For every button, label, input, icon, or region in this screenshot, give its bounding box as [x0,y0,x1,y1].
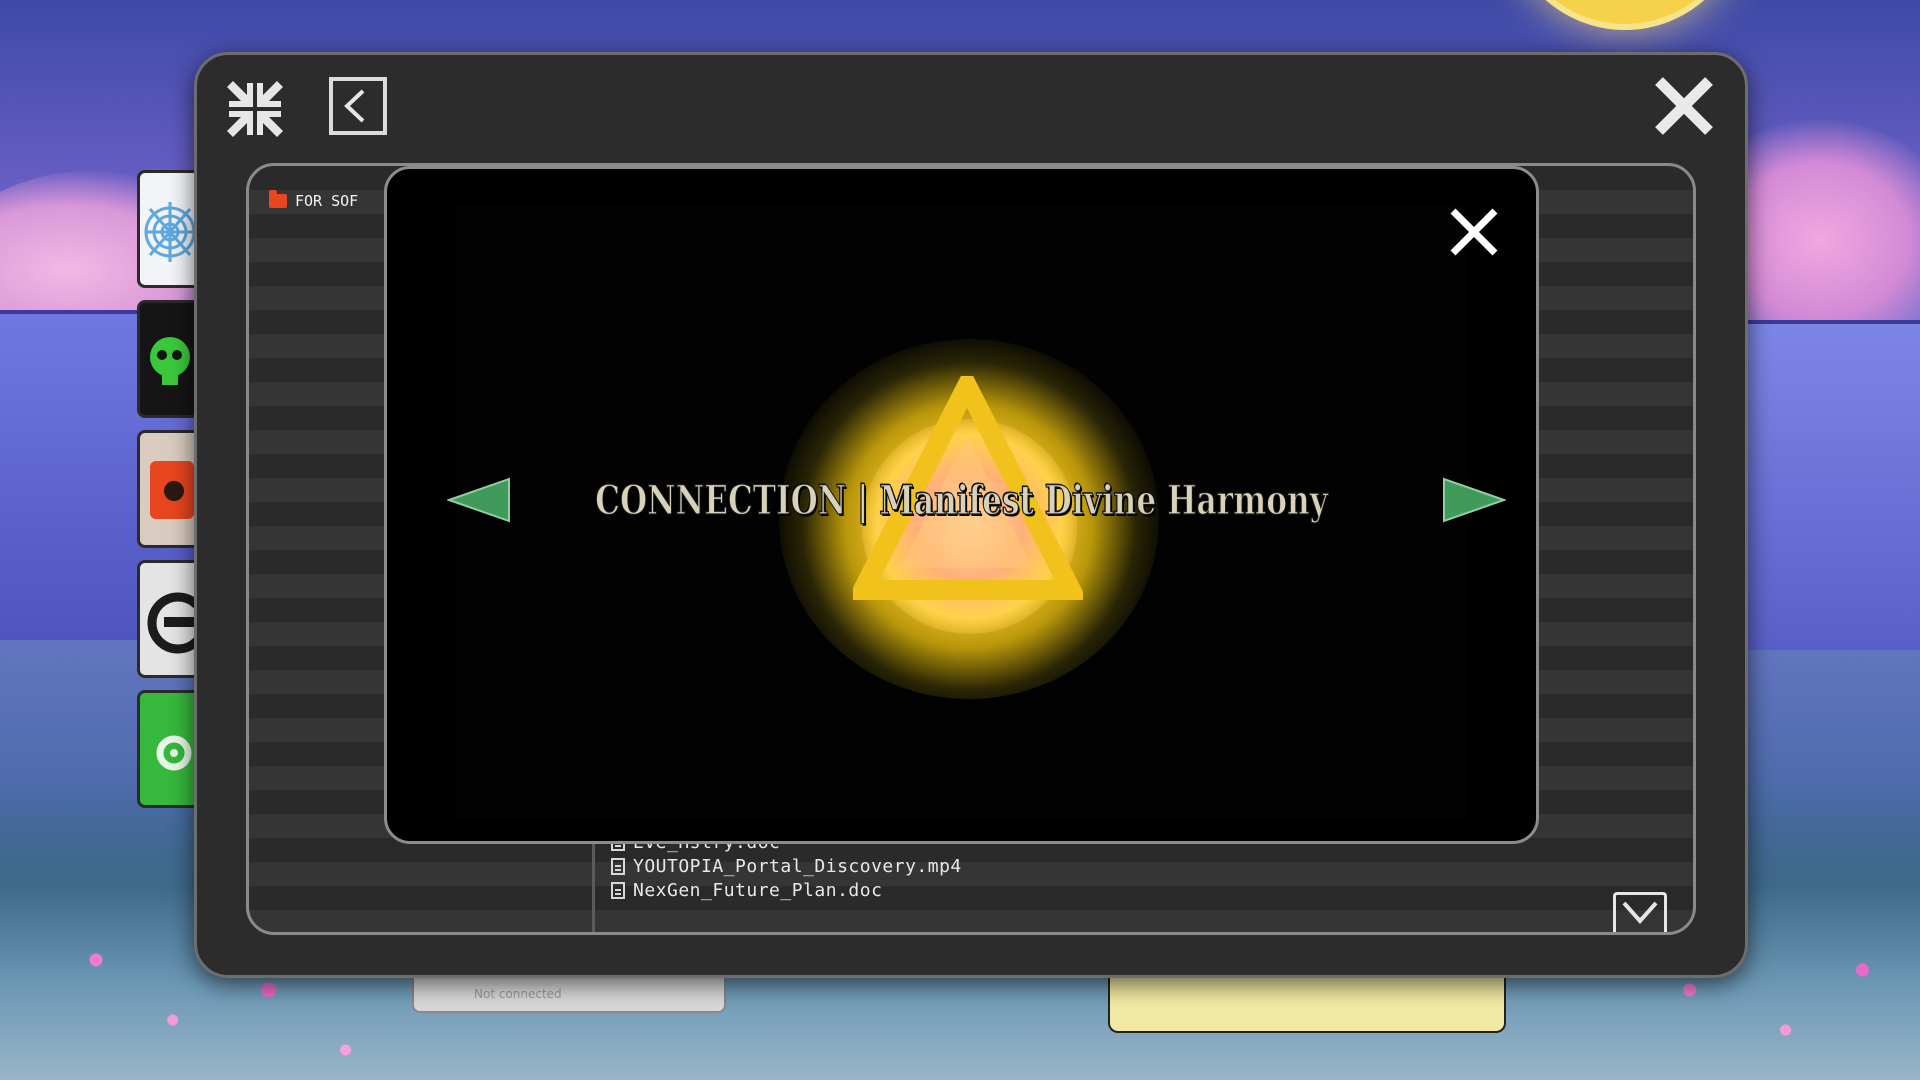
bug-icon [150,461,194,519]
next-button[interactable] [1440,477,1508,527]
status-text: Not connected [474,987,562,1001]
dock-skull-app[interactable] [137,300,197,418]
app-dock [137,170,197,820]
close-window-button[interactable] [1651,73,1717,139]
ring-icon [147,592,194,654]
building-decoration [1730,320,1920,650]
chevron-down-icon [1622,901,1658,925]
folder-icon [269,190,287,208]
video-file-icon [611,857,625,875]
status-bar: Not connected [412,975,726,1013]
viewer-title: CONNECTION | Manifest Divine Harmony [595,476,1329,524]
file-name: NexGen_Future_Plan.doc [633,879,883,901]
spider-web-icon [144,202,194,262]
dock-green-app[interactable] [137,690,197,808]
scroll-down-button[interactable] [1613,892,1667,932]
dock-web-app[interactable] [137,170,197,288]
chevron-left-icon [344,89,365,123]
close-icon [1450,208,1498,256]
document-icon [611,881,625,899]
skull-gear-icon [150,337,190,385]
note-panel [1108,975,1506,1033]
dock-grey-app[interactable] [137,560,197,678]
folder-item[interactable]: FOR SOF [269,190,359,210]
dock-red-app[interactable] [137,430,197,548]
folder-label: FOR SOF [295,192,359,210]
arrow-right-icon [1443,477,1508,523]
file-name: YOUTOPIA_Portal_Discovery.mp4 [633,855,962,877]
back-button[interactable] [329,77,387,135]
file-item[interactable]: YOUTOPIA_Portal_Discovery.mp4 [611,854,962,878]
close-viewer-button[interactable] [1447,205,1501,259]
file-item[interactable]: NexGen_Future_Plan.doc [611,878,962,902]
media-viewer: CONNECTION | Manifest Divine Harmony [384,166,1539,844]
gear-icon [156,735,192,771]
arrow-left-icon [445,477,510,523]
previous-button[interactable] [445,477,513,527]
collapse-arrows-icon [227,81,283,137]
close-icon [1655,77,1713,135]
collapse-button[interactable] [223,77,287,141]
moon-decoration [1505,0,1745,30]
